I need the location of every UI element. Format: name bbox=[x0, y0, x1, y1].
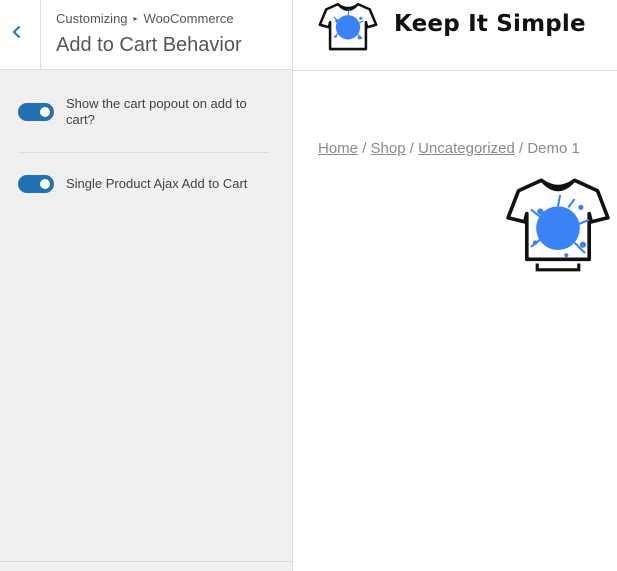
product-breadcrumbs: Home / Shop / Uncategorized / Demo 1 bbox=[318, 140, 580, 157]
toggle-knob bbox=[40, 107, 50, 117]
section-title: Add to Cart Behavior bbox=[56, 34, 242, 56]
breadcrumb-separator: ▸ bbox=[133, 14, 138, 23]
cart-popout-toggle[interactable] bbox=[18, 103, 54, 121]
crumb-shop-link[interactable]: Shop bbox=[371, 140, 406, 157]
customizer-sidebar: Customizing ▸ WooCommerce Add to Cart Beha… bbox=[0, 0, 293, 571]
ajax-add-to-cart-toggle[interactable] bbox=[18, 175, 54, 193]
sidebar-footer bbox=[0, 561, 292, 571]
crumb-home-link[interactable]: Home bbox=[318, 140, 358, 157]
breadcrumb: Customizing ▸ WooCommerce bbox=[56, 11, 234, 26]
crumb-category-link[interactable]: Uncategorized bbox=[418, 140, 515, 157]
crumb-separator: / bbox=[409, 140, 414, 157]
site-header: Keep It Simple bbox=[293, 0, 617, 71]
toggle-knob bbox=[40, 179, 50, 189]
ajax-add-to-cart-label: Single Product Ajax Add to Cart bbox=[66, 176, 248, 191]
cart-popout-label: Show the cart popout on add to cart? bbox=[66, 96, 247, 127]
back-button[interactable] bbox=[0, 0, 41, 69]
site-logo[interactable] bbox=[316, 0, 380, 63]
breadcrumb-root: Customizing bbox=[56, 11, 128, 26]
product-image[interactable] bbox=[506, 172, 610, 281]
crumb-separator: / bbox=[362, 140, 367, 157]
site-preview: Keep It Simple Home / Shop / Uncategoriz… bbox=[293, 0, 617, 571]
site-title[interactable]: Keep It Simple bbox=[394, 11, 586, 37]
crumb-current: Demo 1 bbox=[527, 140, 580, 157]
customizer-window: Customizing ▸ WooCommerce Add to Cart Beha… bbox=[0, 0, 617, 571]
breadcrumb-panel: WooCommerce bbox=[143, 11, 234, 26]
tshirt-splash-image-icon bbox=[506, 178, 610, 272]
chevron-left-icon bbox=[13, 26, 20, 38]
control-divider bbox=[18, 152, 269, 153]
tshirt-splash-logo-icon bbox=[318, 2, 378, 51]
section-header: Customizing ▸ WooCommerce Add to Cart Beha… bbox=[0, 0, 292, 70]
crumb-separator: / bbox=[519, 140, 524, 157]
